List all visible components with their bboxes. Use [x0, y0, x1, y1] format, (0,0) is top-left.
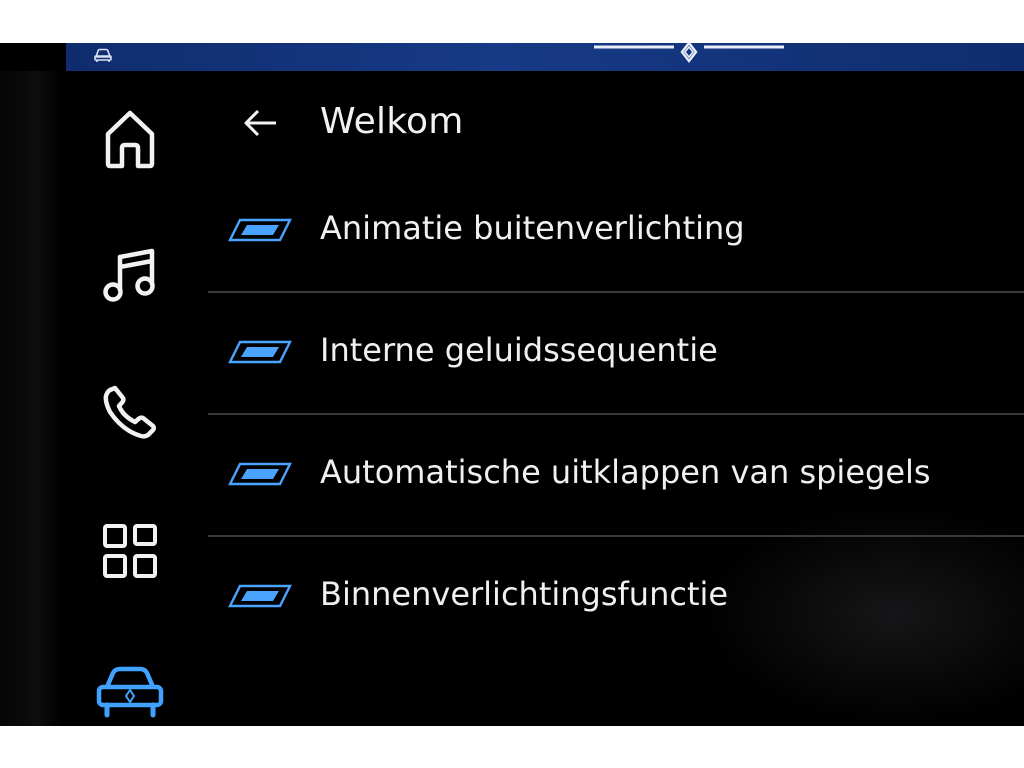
phone-icon — [103, 385, 156, 439]
sidebar-item-music[interactable] — [90, 235, 170, 315]
apps-grid-icon — [103, 524, 157, 578]
sidebar — [62, 71, 202, 726]
menu-item-label: Binnenverlichtingsfunctie — [320, 575, 729, 613]
status-bar — [66, 43, 1024, 71]
sidebar-item-phone[interactable] — [90, 371, 170, 451]
renault-logo-icon — [594, 43, 784, 63]
page-title: Welkom — [320, 101, 464, 142]
menu-item-interior-light-function[interactable]: Binnenverlichtingsfunctie — [206, 537, 1024, 659]
car-outline-icon — [94, 48, 112, 62]
light-parallelogram-icon — [228, 340, 292, 364]
car-icon — [96, 666, 164, 718]
page-header: Welkom — [236, 95, 936, 151]
display-screen: Welkom Animatie buitenverlichting Intern… — [0, 43, 1024, 726]
menu-item-label: Automatische uitklappen van spiegels — [320, 453, 931, 491]
light-parallelogram-icon — [228, 584, 292, 608]
sidebar-item-home[interactable] — [90, 99, 170, 179]
light-parallelogram-icon — [228, 218, 292, 242]
menu-item-auto-fold-mirrors[interactable]: Automatische uitklappen van spiegels — [206, 415, 1024, 537]
arrow-left-icon[interactable] — [242, 105, 278, 141]
sidebar-item-apps[interactable] — [90, 511, 170, 591]
menu-item-label: Animatie buitenverlichting — [320, 209, 745, 247]
menu-item-exterior-light-animation[interactable]: Animatie buitenverlichting — [206, 171, 1024, 293]
light-parallelogram-icon — [228, 462, 292, 486]
settings-menu: Animatie buitenverlichting Interne gelui… — [206, 171, 1024, 659]
home-icon — [105, 110, 155, 169]
screen-bezel — [0, 71, 62, 726]
sidebar-item-vehicle[interactable] — [90, 651, 170, 726]
menu-item-internal-sound-sequence[interactable]: Interne geluidssequentie — [206, 293, 1024, 415]
menu-item-label: Interne geluidssequentie — [320, 331, 718, 369]
music-note-icon — [103, 248, 155, 302]
